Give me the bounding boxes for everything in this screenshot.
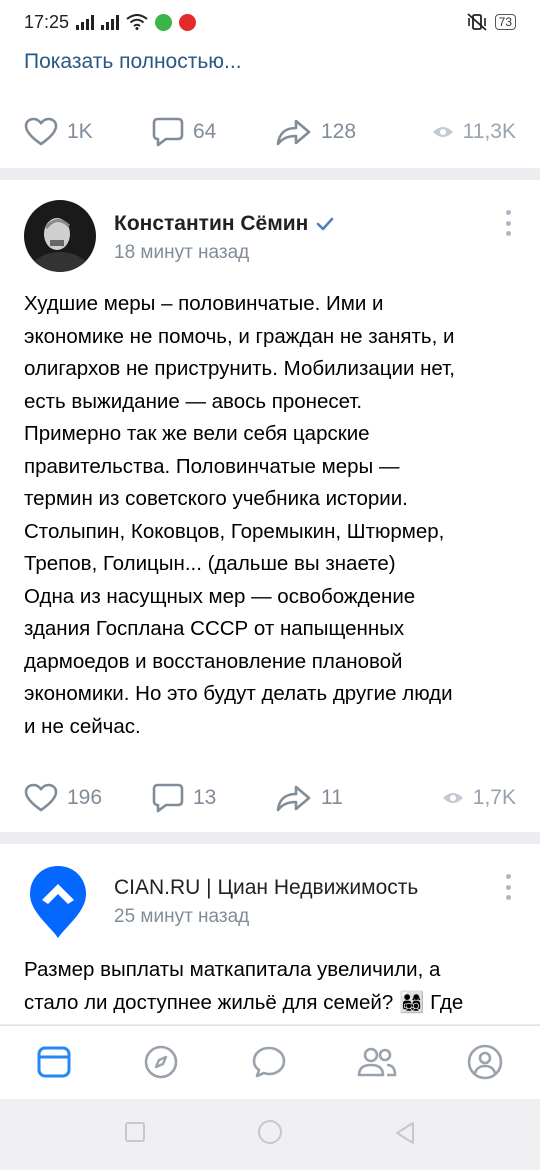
views-count: 11,3K — [462, 120, 516, 143]
like-button[interactable]: 196 — [24, 778, 102, 818]
post-text-line: экономики. Но это будут делать другие лю… — [24, 682, 453, 705]
profile-icon — [467, 1044, 503, 1080]
share-count: 128 — [321, 120, 357, 143]
more-options-icon[interactable] — [504, 874, 512, 900]
show-more-link[interactable]: Показать полностью... — [24, 50, 242, 74]
post-actions: 196 13 11 1,7K — [0, 778, 540, 818]
eye-icon — [442, 793, 463, 803]
share-icon — [276, 119, 311, 146]
avatar[interactable] — [24, 200, 96, 272]
tab-discover[interactable] — [141, 1042, 181, 1082]
status-bar: 17:25 73 — [0, 0, 540, 44]
heart-icon — [24, 783, 58, 812]
post-text-line: Размер выплаты маткапитала увеличили, а — [24, 958, 441, 981]
battery-indicator: 73 — [494, 14, 516, 30]
views-counter: 11,3K — [432, 112, 516, 152]
share-button[interactable]: 11 — [276, 778, 343, 818]
bottom-tab-bar — [0, 1025, 540, 1099]
post-text-line: Худшие меры – половинчатые. Ими и — [24, 292, 384, 315]
author-name[interactable]: Константин Сёмин — [114, 212, 334, 236]
share-icon — [276, 785, 311, 812]
views-count: 1,7K — [472, 786, 516, 809]
share-button[interactable]: 128 — [276, 112, 356, 152]
tab-messages[interactable] — [249, 1042, 289, 1082]
more-options-icon[interactable] — [504, 210, 512, 236]
news-icon — [37, 1046, 71, 1078]
signal-icon — [76, 14, 95, 30]
comment-button[interactable]: 64 — [152, 112, 216, 152]
yandex-notification-icon — [179, 13, 197, 31]
post-actions: 1K 64 128 11,3K — [0, 112, 540, 152]
post-text-fragment: Где — [430, 990, 464, 1014]
post-text-line: Одна из насущных мер — освобождение — [24, 584, 416, 608]
comment-count: 13 — [193, 786, 217, 809]
tab-news[interactable] — [34, 1042, 74, 1082]
author-name-text: CIAN.RU | Циан Недвижимость — [114, 876, 419, 899]
like-button[interactable]: 1K — [24, 112, 93, 152]
post-text-line: стало ли доступнее жильё для семей? 👨‍👩‍… — [24, 987, 520, 1020]
tab-profile[interactable] — [465, 1042, 505, 1082]
system-navigation-bar — [0, 1099, 540, 1170]
like-count: 196 — [67, 786, 103, 809]
comment-icon — [152, 783, 184, 813]
post-card-cian: CIAN.RU | Циан Недвижимость 25 минут наз… — [0, 844, 540, 1024]
messages-icon — [252, 1046, 286, 1078]
post-card-previous: Показать полностью... 1K 64 128 11,3K — [0, 44, 540, 168]
post-text-line: правительства. Половинчатые меры — — [24, 454, 400, 478]
friends-icon — [357, 1047, 397, 1077]
post-text: Худшие меры – половинчатые. Ими и эконом… — [24, 288, 520, 743]
views-counter: 1,7K — [442, 778, 516, 818]
recent-apps-icon[interactable] — [124, 1121, 146, 1143]
wifi-icon — [126, 14, 148, 30]
discover-icon — [144, 1045, 178, 1079]
post-time: 25 минут назад — [114, 906, 250, 927]
cian-logo-icon[interactable] — [28, 864, 88, 940]
comment-button[interactable]: 13 — [152, 778, 216, 818]
verified-icon — [317, 217, 334, 231]
post-text-line: и не сейчас. — [24, 714, 141, 738]
comment-icon — [152, 117, 184, 147]
post-text-line: экономике не помочь, и граждан не занять… — [24, 324, 455, 348]
signal-icon-2 — [101, 14, 120, 30]
eye-icon — [432, 127, 453, 137]
status-time: 17:25 — [24, 11, 70, 32]
author-name[interactable]: CIAN.RU | Циан Недвижимость — [114, 876, 418, 900]
post-text-line: Трепов, Голицын... (дальше вы знаете) — [24, 552, 396, 575]
family-emoji-icon: 👨‍👩‍👧‍👦 — [398, 990, 425, 1014]
share-count: 11 — [321, 786, 343, 809]
back-icon[interactable] — [394, 1121, 416, 1145]
tab-friends[interactable] — [357, 1042, 397, 1082]
post-text-line: здания Госплана СССР от напыщенных — [24, 617, 405, 640]
post-time: 18 минут назад — [114, 242, 250, 263]
app-notification-icon — [155, 13, 173, 31]
post-text-fragment: стало ли доступнее жильё для семей? — [24, 990, 394, 1014]
post-text-line: есть выжидание — авось пронесет. — [24, 389, 363, 413]
post-card: Константин Сёмин 18 минут назад Худшие м… — [0, 180, 540, 832]
post-text-line: олигархов не приструнить. Мобилизации не… — [24, 357, 455, 380]
post-text-line: Примерно так же вели себя царские — [24, 422, 370, 445]
comment-count: 64 — [193, 120, 217, 143]
heart-icon — [24, 117, 58, 146]
post-text: Размер выплаты маткапитала увеличили, а … — [24, 954, 520, 1019]
post-text-line: дармоедов и восстановление плановой — [24, 649, 403, 673]
post-text-line: термин из советского учебника истории. — [24, 487, 408, 510]
like-count: 1K — [67, 120, 93, 143]
post-text-line: Столыпин, Коковцов, Горемыкин, Штюрмер, — [24, 519, 445, 543]
author-name-text: Константин Сёмин — [114, 212, 309, 235]
vibrate-icon — [467, 13, 487, 31]
home-icon[interactable] — [257, 1119, 283, 1145]
